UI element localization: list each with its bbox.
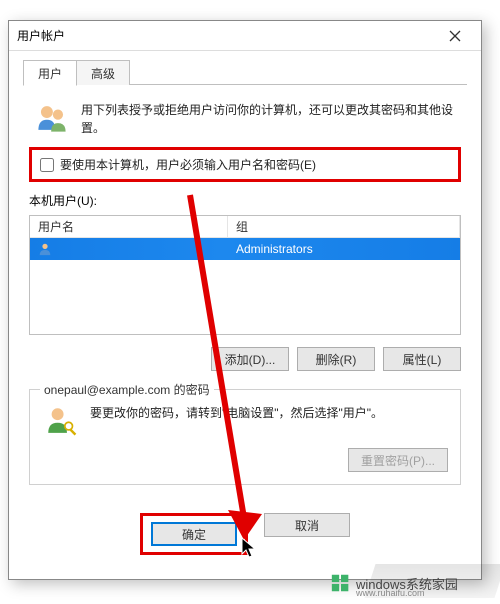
password-text: 要更改你的密码，请转到"电脑设置"，然后选择"用户"。 bbox=[90, 404, 448, 422]
ok-highlight: 确定 bbox=[140, 513, 248, 555]
dialog-client: 用户 高级 用下列表授予或拒绝用户访问你的计算机，还可以更改其密码和其他设置。 bbox=[9, 51, 481, 567]
local-users-label: 本机用户(U): bbox=[29, 192, 461, 209]
tab-users[interactable]: 用户 bbox=[23, 60, 77, 86]
users-list-header: 用户名 组 bbox=[30, 216, 460, 238]
mouse-cursor-icon bbox=[241, 537, 259, 561]
require-login-checkbox[interactable] bbox=[40, 158, 54, 172]
titlebar[interactable]: 用户帐户 bbox=[9, 21, 481, 51]
tabstrip: 用户 高级 bbox=[23, 59, 467, 85]
users-list[interactable]: 用户名 组 Administrators bbox=[29, 215, 461, 335]
tab-advanced[interactable]: 高级 bbox=[76, 60, 130, 85]
ok-button[interactable]: 确定 bbox=[151, 522, 237, 546]
intro-row: 用下列表授予或拒绝用户访问你的计算机，还可以更改其密码和其他设置。 bbox=[29, 95, 461, 147]
intro-text: 用下列表授予或拒绝用户访问你的计算机，还可以更改其密码和其他设置。 bbox=[81, 101, 457, 137]
user-action-buttons: 添加(D)... 删除(R) 属性(L) bbox=[29, 347, 461, 371]
require-login-highlight: 要使用本计算机，用户必须输入用户名和密码(E) bbox=[29, 147, 461, 182]
watermark-sub: www.ruhaifu.com bbox=[356, 588, 425, 598]
close-icon bbox=[449, 30, 461, 42]
remove-user-button[interactable]: 删除(R) bbox=[297, 347, 375, 371]
column-group[interactable]: 组 bbox=[228, 216, 460, 237]
users-list-row-selected[interactable]: Administrators bbox=[30, 238, 460, 260]
user-key-icon bbox=[44, 404, 78, 438]
reset-password-button[interactable]: 重置密码(P)... bbox=[348, 448, 448, 472]
close-button[interactable] bbox=[437, 22, 473, 50]
password-group-title: onepaul@example.com 的密码 bbox=[40, 381, 214, 398]
properties-button[interactable]: 属性(L) bbox=[383, 347, 461, 371]
dialog-title: 用户帐户 bbox=[17, 27, 65, 44]
user-accounts-dialog: 用户帐户 用户 高级 用下列表授予或拒 bbox=[8, 20, 482, 580]
password-groupbox: onepaul@example.com 的密码 要更改你的密码，请转到"电脑设置… bbox=[29, 389, 461, 485]
user-icon bbox=[38, 242, 52, 256]
column-username[interactable]: 用户名 bbox=[30, 216, 228, 237]
cancel-button[interactable]: 取消 bbox=[264, 513, 350, 537]
users-tab-page: 用下列表授予或拒绝用户访问你的计算机，还可以更改其密码和其他设置。 要使用本计算… bbox=[23, 85, 467, 555]
row-group: Administrators bbox=[228, 242, 460, 256]
windows-logo-icon bbox=[330, 572, 352, 594]
users-group-icon bbox=[35, 101, 69, 135]
require-login-label[interactable]: 要使用本计算机，用户必须输入用户名和密码(E) bbox=[60, 156, 316, 173]
add-user-button[interactable]: 添加(D)... bbox=[211, 347, 289, 371]
